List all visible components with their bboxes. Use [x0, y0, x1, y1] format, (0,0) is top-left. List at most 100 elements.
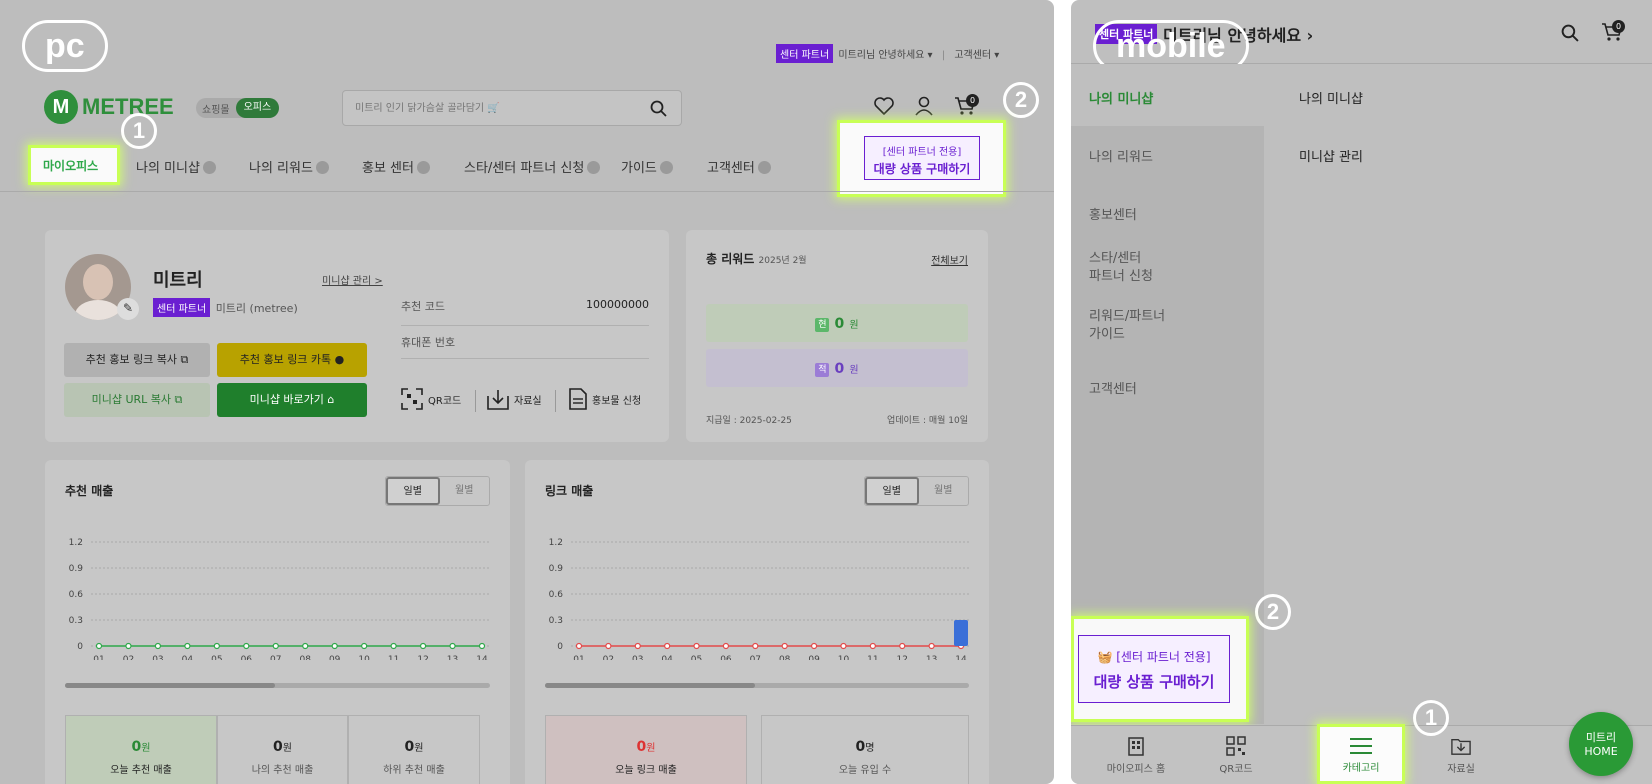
reward-title-text: 총 리워드 — [706, 252, 755, 266]
nav-label: 고객센터 — [707, 161, 755, 176]
toggle-office[interactable]: 오피스 — [235, 98, 280, 118]
button-label: 미니샵 바로가기 — [249, 393, 324, 406]
search-icon[interactable] — [650, 100, 667, 117]
left-menu-reward[interactable]: 나의 리워드 — [1089, 146, 1153, 165]
data-point — [840, 642, 847, 650]
search-input[interactable] — [343, 91, 633, 125]
greeting-link[interactable]: 미트리님 안녕하세요 ▾ — [838, 50, 932, 61]
reward-accumulated-row: 적 0 원 — [706, 349, 968, 387]
tab-daily[interactable]: 일별 — [386, 477, 440, 505]
user-icon[interactable] — [914, 96, 934, 116]
bottom-nav-category[interactable]: 카테고리 — [1317, 724, 1405, 784]
tab-daily[interactable]: 일별 — [865, 477, 919, 505]
current-unit: 원 — [849, 320, 859, 331]
bottom-nav-qr[interactable]: QR코드 — [1201, 736, 1271, 775]
left-menu-minishop[interactable]: 나의 미니샵 — [1089, 88, 1153, 107]
chart-scrollbar[interactable] — [545, 683, 969, 688]
top-bar: 센터 파트너 미트리님 안녕하세요 ▾ | 고객센터 ▾ — [776, 44, 999, 63]
heart-icon[interactable] — [874, 97, 894, 115]
nav-my-reward[interactable]: 나의 리워드 — [249, 157, 329, 176]
shortcut-promo-request[interactable]: 홍보물 신청 — [569, 388, 641, 410]
shortcut-qr[interactable]: QR코드 — [401, 388, 461, 410]
copy-icon: ⧉ — [180, 353, 189, 366]
data-point — [634, 642, 641, 650]
stat-unit: 원 — [414, 743, 424, 754]
edit-pencil-icon[interactable]: ✎ — [117, 298, 139, 320]
pc-label: pc — [22, 20, 108, 72]
update-info: 업데이트 : 매월 10일 — [886, 416, 968, 426]
card-title: 링크 매출 — [545, 484, 594, 498]
divider — [401, 358, 649, 359]
copy-minishop-url-button[interactable]: 미니샵 URL 복사 ⧉ — [64, 383, 210, 417]
kakao-referral-link-button[interactable]: 추천 홍보 링크 카톡 ● — [217, 343, 367, 377]
go-minishop-button[interactable]: 미니샵 바로가기 ⌂ — [217, 383, 367, 417]
stat-unit: 명 — [865, 743, 875, 754]
x-tick-label: 03 — [152, 655, 163, 660]
x-tick-label: 08 — [300, 655, 312, 660]
bulk-line2: 대량 상품 구매하기 — [873, 162, 971, 176]
home-icon: ⌂ — [327, 393, 335, 406]
chevron-down-icon — [202, 161, 216, 174]
bottom-nav-home[interactable]: 마이오피스 홈 — [1091, 736, 1181, 775]
scrollbar-thumb[interactable] — [545, 683, 755, 688]
logo[interactable]: M METREE — [44, 90, 174, 124]
y-tick-label: 0 — [77, 642, 83, 652]
bulk-purchase-button[interactable]: 🧺 [센터 파트너 전용] 대량 상품 구매하기 — [1078, 635, 1230, 703]
stat-value: 0 — [273, 739, 283, 755]
x-tick-label: 09 — [808, 655, 820, 660]
nav-my-minishop[interactable]: 나의 미니샵 — [136, 157, 216, 176]
copy-referral-link-button[interactable]: 추천 홍보 링크 복사 ⧉ — [64, 343, 210, 377]
shortcut-label: 홍보물 신청 — [592, 395, 642, 407]
stat-value: 0 — [855, 739, 866, 755]
data-point — [272, 642, 279, 650]
nav-partner-apply[interactable]: 스타/센터 파트너 신청 — [464, 157, 601, 176]
nav-customer-center[interactable]: 고객센터 — [707, 157, 771, 176]
bar — [954, 620, 968, 646]
chevron-down-icon — [587, 161, 601, 174]
right-menu-my-minishop[interactable]: 나의 미니샵 — [1299, 88, 1363, 107]
referral-sales-card: 추천 매출 일별 월별 0 0.3 0.6 0.9 1.2 01 02 03 04 05 06 07 0… — [45, 460, 510, 784]
bulk-purchase-button[interactable]: [센터 파트너 전용] 대량 상품 구매하기 — [864, 136, 980, 180]
phone-label: 휴대폰 번호 — [401, 336, 456, 349]
scrollbar-thumb[interactable] — [65, 683, 275, 688]
bulk-line1-text: [센터 파트너 전용] — [1116, 650, 1211, 664]
data-point — [449, 642, 456, 650]
left-menu-customer-center[interactable]: 고객센터 — [1089, 378, 1137, 397]
minishop-manage-link[interactable]: 미니샵 관리 > — [322, 272, 383, 287]
chart-scrollbar[interactable] — [65, 683, 490, 688]
stat-today-referral: 0원 오늘 추천 매출 — [65, 715, 217, 784]
data-point — [810, 642, 818, 650]
nav-label: 카테고리 — [1342, 763, 1380, 774]
search-icon[interactable] — [1561, 24, 1579, 42]
nav-label: QR코드 — [1219, 764, 1253, 775]
search-box[interactable] — [342, 90, 682, 126]
reward-current-row: 현 0 원 — [706, 304, 968, 342]
left-menu-partner-apply[interactable]: 스타/센터 파트너 신청 — [1089, 250, 1153, 286]
data-point — [419, 642, 427, 650]
mall-toggle[interactable]: 쇼핑몰 오피스 — [196, 98, 280, 118]
toggle-shop[interactable]: 쇼핑몰 — [196, 101, 236, 116]
x-tick-label: 02 — [603, 655, 614, 660]
chevron-down-icon — [757, 161, 771, 174]
nav-my-office[interactable]: 마이오피스 — [43, 157, 98, 174]
left-menu-guide[interactable]: 리워드/파트너 가이드 — [1089, 308, 1165, 344]
button-label: 미니샵 URL 복사 — [91, 393, 172, 406]
bulk-line2: 대량 상품 구매하기 — [1093, 673, 1215, 691]
home-float-button[interactable]: 미트리 HOME — [1569, 712, 1633, 776]
reward-all-link[interactable]: 전체보기 — [931, 252, 968, 267]
shortcut-library[interactable]: 자료실 — [487, 388, 542, 410]
x-tick-label: 09 — [329, 655, 341, 660]
divider — [475, 390, 476, 412]
right-menu-minishop-manage[interactable]: 미니샵 관리 — [1299, 146, 1363, 165]
tab-monthly[interactable]: 월별 — [440, 477, 490, 505]
nav-promo-center[interactable]: 홍보 센터 — [362, 157, 430, 176]
bottom-nav-library[interactable]: 자료실 — [1421, 736, 1501, 775]
data-point — [184, 642, 191, 650]
customer-center-link[interactable]: 고객센터 ▾ — [954, 50, 999, 61]
nav-label: 나의 리워드 — [249, 161, 313, 176]
x-tick-label: 12 — [417, 655, 428, 660]
tab-monthly[interactable]: 월별 — [919, 477, 969, 505]
left-menu-promo[interactable]: 홍보센터 — [1089, 204, 1137, 223]
nav-guide[interactable]: 가이드 — [621, 157, 673, 176]
x-tick-label: 07 — [750, 655, 761, 660]
